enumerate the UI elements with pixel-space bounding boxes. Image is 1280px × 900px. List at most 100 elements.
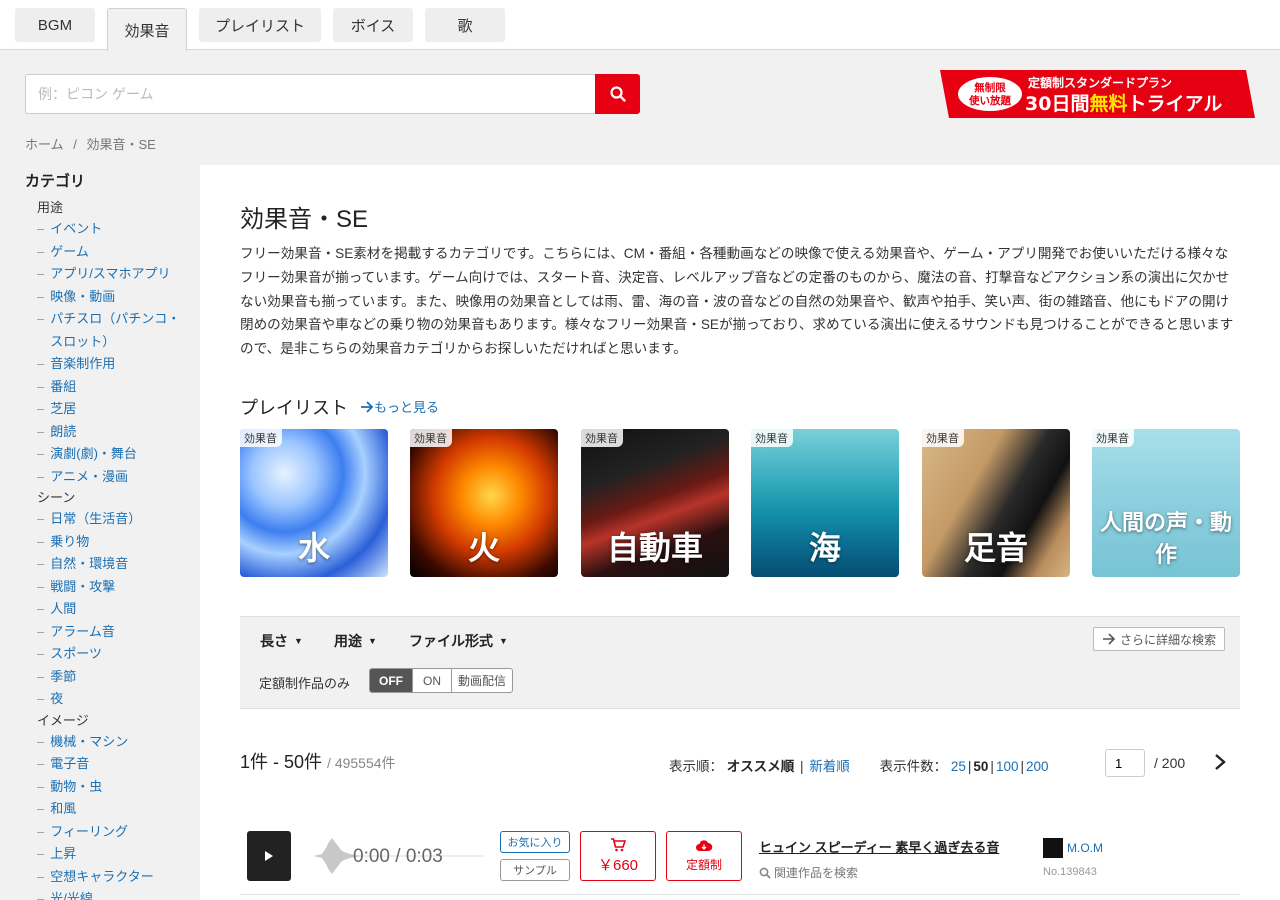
sidebar-item[interactable]: – 人間 — [37, 598, 200, 621]
playlist-more-label: もっと見る — [374, 400, 440, 415]
breadcrumb-home[interactable]: ホーム — [25, 137, 64, 152]
sidebar-item[interactable]: – 乗り物 — [37, 531, 200, 554]
file-format-dropdown[interactable]: ファイル形式 ▼ — [409, 631, 508, 651]
playlist-card-water[interactable]: 効果音 水 — [240, 429, 388, 577]
sidebar-item[interactable]: – 上昇 — [37, 843, 200, 866]
length-dropdown-label: 長さ — [260, 633, 288, 649]
sort-label: 表示順： — [669, 759, 723, 774]
svg-text:30日間無料トライアル: 30日間無料トライアル — [1025, 92, 1222, 115]
category-tabs: BGM 効果音 プレイリスト ボイス 歌 — [0, 0, 1280, 51]
category-sidebar: カテゴリ 用途 – イベント – ゲーム – アプリ/スマホアプリ – 映像・動画 – パチスロ（パ… — [0, 165, 200, 900]
playlist-heading: プレイリスト — [240, 398, 348, 418]
playlist-title: 火 — [467, 530, 500, 566]
play-button[interactable] — [247, 831, 291, 881]
tab-voice[interactable]: ボイス — [333, 8, 413, 42]
search-icon — [609, 86, 626, 102]
sample-button[interactable]: サンプル — [500, 859, 570, 881]
playlist-card-fire[interactable]: 効果音 火 — [410, 429, 558, 577]
sidebar-item[interactable]: – アニメ・漫画 — [37, 466, 200, 489]
sidebar-item[interactable]: – スポーツ — [37, 643, 200, 666]
sidebar-item[interactable]: – フィーリング — [37, 821, 200, 844]
sort-newest[interactable]: 新着順 — [809, 759, 850, 774]
cloud-download-icon — [696, 840, 713, 851]
per-page-200[interactable]: 200 — [1026, 759, 1049, 774]
sidebar-item[interactable]: – 光/光線 — [37, 888, 200, 900]
toggle-video-streaming[interactable]: 動画配信 — [452, 669, 512, 692]
sidebar-item[interactable]: – 日常（生活音） — [37, 508, 200, 531]
sidebar-item[interactable]: – ゲーム — [37, 241, 200, 264]
length-dropdown[interactable]: 長さ ▼ — [260, 631, 303, 651]
per-page-100[interactable]: 100 — [996, 759, 1019, 774]
sidebar-item[interactable]: – アラーム音 — [37, 621, 200, 644]
sidebar-item-label: 乗り物 — [50, 533, 90, 549]
playlist-more-link[interactable]: もっと見る — [360, 397, 439, 416]
price: ￥660 — [597, 856, 639, 874]
playlist-badge: 効果音 — [1092, 429, 1134, 447]
tab-bgm[interactable]: BGM — [15, 8, 95, 42]
sidebar-item[interactable]: – 演劇(劇)・舞台 — [37, 443, 200, 466]
subscription-download-button[interactable]: 定額制 — [666, 831, 742, 881]
list-dash: – — [37, 691, 45, 706]
sidebar-item[interactable]: – 機械・マシン — [37, 731, 200, 754]
file-format-dropdown-label: ファイル形式 — [409, 633, 493, 649]
playlist-title: 海 — [808, 530, 841, 566]
flat-rate-only-label: 定額制作品のみ — [259, 676, 351, 691]
per-page-50[interactable]: 50 — [973, 759, 988, 774]
tab-sound-effects[interactable]: 効果音 — [107, 8, 187, 51]
tab-songs[interactable]: 歌 — [425, 8, 505, 42]
toggle-on[interactable]: ON — [413, 669, 452, 692]
track-title[interactable]: ヒュイン スピーディー 素早く過ぎ去る音 — [759, 837, 999, 856]
playlist-card-human-voice[interactable]: 効果音 人間の声・動作 — [1092, 429, 1240, 577]
sidebar-item[interactable]: – 朗読 — [37, 421, 200, 444]
main-content: 効果音・SE フリー効果音・SE素材を掲載するカテゴリです。こちらには、CM・番… — [200, 165, 1280, 900]
sidebar-item[interactable]: – アプリ/スマホアプリ — [37, 263, 200, 286]
sidebar-item[interactable]: – 電子音 — [37, 753, 200, 776]
sidebar-item[interactable]: – 芝居 — [37, 398, 200, 421]
sidebar-title: カテゴリ — [25, 173, 86, 190]
sidebar-item[interactable]: – 映像・動画 — [37, 286, 200, 309]
playlist-card-sea[interactable]: 効果音 海 — [751, 429, 899, 577]
sidebar-item[interactable]: – 和風 — [37, 798, 200, 821]
per-page-label: 表示件数： — [879, 759, 948, 774]
next-page-button[interactable] — [1210, 751, 1230, 773]
playlist-card-footsteps[interactable]: 効果音 足音 — [922, 429, 1070, 577]
sidebar-item[interactable]: – 自然・環境音 — [37, 553, 200, 576]
sidebar-item-label: 和風 — [50, 801, 77, 816]
sidebar-item[interactable]: – 音楽制作用 — [37, 353, 200, 376]
sidebar-item[interactable]: – 空想キャラクター — [37, 866, 200, 889]
sidebar-item-label: 映像・動画 — [50, 288, 116, 304]
page-number-input[interactable] — [1105, 749, 1145, 777]
sidebar-item[interactable]: – 季節 — [37, 666, 200, 689]
sidebar-item[interactable]: – 戦闘・攻撃 — [37, 576, 200, 599]
tab-playlists[interactable]: プレイリスト — [199, 8, 321, 42]
buy-button[interactable]: ￥660 — [580, 831, 656, 881]
sidebar-item[interactable]: – パチスロ（パチンコ・スロット） — [37, 308, 200, 353]
per-page-25[interactable]: 25 — [951, 759, 966, 774]
sidebar-item-label: アニメ・漫画 — [50, 468, 128, 484]
sidebar-item[interactable]: – 番組 — [37, 376, 200, 399]
usage-dropdown[interactable]: 用途 ▼ — [334, 631, 377, 651]
playlist-card-car[interactable]: 効果音 自動車 — [581, 429, 729, 577]
favorite-button[interactable]: お気に入り — [500, 831, 570, 853]
sidebar-item[interactable]: – 動物・虫 — [37, 776, 200, 799]
list-dash: – — [37, 733, 45, 749]
search-input[interactable] — [25, 74, 596, 114]
sidebar-group-heading: シーン — [37, 490, 76, 505]
sidebar-item[interactable]: – 夜 — [37, 688, 200, 711]
list-dash: – — [37, 468, 45, 484]
sidebar-item-label: 上昇 — [50, 846, 77, 861]
sort-recommended[interactable]: オススメ順 — [727, 759, 795, 774]
sidebar-item-label: 空想キャラクター — [50, 868, 154, 884]
list-dash: – — [37, 378, 45, 394]
banner-plan-name: 定額制スタンダードプラン — [1028, 75, 1172, 90]
toggle-off[interactable]: OFF — [370, 669, 413, 692]
sidebar-item-label: スポーツ — [50, 646, 102, 661]
author-link[interactable]: M.O.M — [1043, 838, 1103, 858]
free-trial-banner[interactable]: 無制限 使い放題 定額制スタンダードプラン 30日間無料トライアル — [940, 70, 1255, 118]
page-total: / 200 — [1154, 755, 1186, 771]
sidebar-item[interactable]: – イベント — [37, 218, 200, 241]
related-search-link[interactable]: 関連作品を検索 — [759, 864, 858, 881]
page-title: 効果音・SE — [240, 206, 369, 233]
search-button[interactable] — [595, 74, 640, 114]
advanced-search-button[interactable]: さらに詳細な検索 — [1092, 627, 1225, 651]
